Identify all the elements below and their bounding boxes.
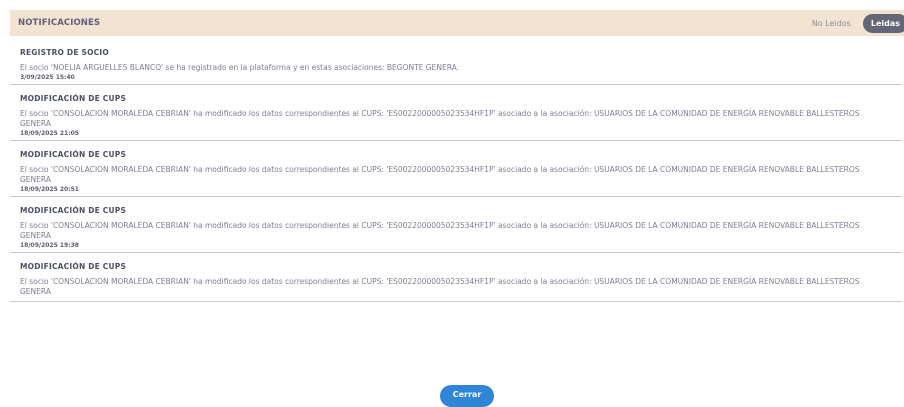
notifications-title: NOTIFICACIONES [18,18,101,28]
notification-title: MODIFICACIÓN DE CUPS [20,94,127,103]
notifications-list[interactable]: REGISTRO DE SOCIO El socio 'NOELIA ARGUE… [10,43,902,377]
notification-item[interactable]: MODIFICACIÓN DE CUPS El socio 'CONSOLACI… [10,201,902,253]
notification-item[interactable]: MODIFICACIÓN DE CUPS El socio 'CONSOLACI… [10,257,902,302]
notification-title: MODIFICACIÓN DE CUPS [20,150,127,159]
filter-read-tab[interactable]: Leidas [862,13,904,33]
notification-date: 18/09/2025 20:51 [20,186,79,193]
notification-body: El socio 'CONSOLACION MORALEDA CEBRIAN' … [20,221,860,240]
notification-title: MODIFICACIÓN DE CUPS [20,262,127,271]
notifications-panel: NOTIFICACIONES No Leidos Leidas REGISTRO… [0,0,904,407]
notification-item[interactable]: MODIFICACIÓN DE CUPS El socio 'CONSOLACI… [10,89,902,141]
notification-body: El socio 'CONSOLACION MORALEDA CEBRIAN' … [20,277,860,296]
notification-item[interactable]: REGISTRO DE SOCIO El socio 'NOELIA ARGUE… [10,43,902,85]
notification-body: El socio 'NOELIA ARGUELLES BLANCO' se ha… [20,63,459,72]
notification-item[interactable]: MODIFICACIÓN DE CUPS El socio 'CONSOLACI… [10,145,902,197]
notification-title: MODIFICACIÓN DE CUPS [20,206,127,215]
notifications-header: NOTIFICACIONES No Leidos Leidas [10,10,904,36]
notification-date: 18/09/2025 19:38 [20,242,79,249]
notification-body: El socio 'CONSOLACION MORALEDA CEBRIAN' … [20,165,860,184]
notification-body: El socio 'CONSOLACION MORALEDA CEBRIAN' … [20,109,860,128]
notification-date: 3/09/2025 15:40 [20,74,75,81]
notification-title: REGISTRO DE SOCIO [20,48,109,57]
notification-date: 18/09/2025 21:05 [20,130,79,137]
filter-unread-tab[interactable]: No Leidos [812,19,851,28]
close-button[interactable]: Cerrar [440,385,494,407]
